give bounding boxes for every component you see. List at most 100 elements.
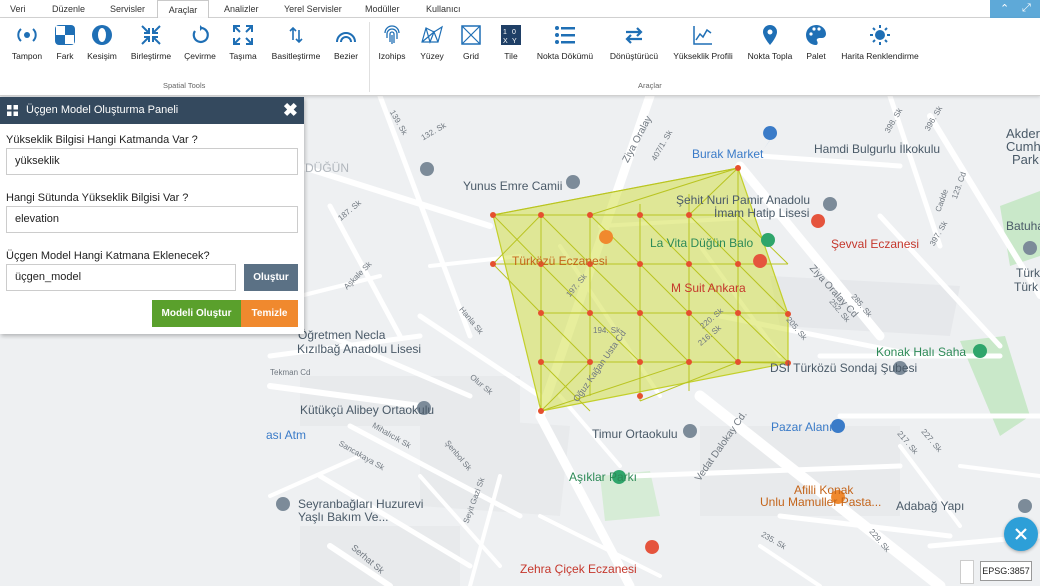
fingerprint-icon	[384, 25, 400, 44]
brightness-icon	[870, 25, 890, 45]
list-icon	[555, 26, 575, 44]
tool-label: Dönüştürücü	[609, 51, 659, 61]
elevation-layer-input[interactable]: yükseklik	[6, 148, 298, 175]
tool-label: Nokta Dökümü	[536, 51, 594, 61]
tab-kullanici[interactable]: Kullanıcı	[422, 0, 465, 18]
group-label-spatial: Spatial Tools	[163, 81, 206, 90]
triangle-model-panel: Üçgen Model Oluşturma Paneli ✖ Yükseklik…	[0, 97, 304, 334]
tool-tampon[interactable]: Tampon	[9, 24, 45, 61]
projection-label: EPSG:3857	[980, 561, 1032, 581]
map-label: Park	[1012, 152, 1039, 167]
tool-palet[interactable]: Palet	[803, 24, 829, 61]
fullscreen-icon[interactable]: ⤢	[1022, 2, 1031, 15]
tool-label: Yüzey	[420, 51, 444, 61]
panel-grid-icon	[7, 105, 18, 116]
map-label: DSİ Türközü Sondaj Şubesi	[770, 361, 918, 375]
convert-icon	[625, 27, 643, 44]
map-label: Türk	[1016, 266, 1040, 280]
map-label: Seyranbağları Huzurevi	[298, 497, 424, 511]
merge-icon	[141, 25, 161, 45]
tool-yukseklik-profili[interactable]: Yükseklik Profili	[669, 24, 737, 61]
difference-icon	[55, 25, 75, 45]
map-label: Burak Market	[692, 147, 764, 161]
tool-kesisim[interactable]: Kesişim	[84, 24, 120, 61]
elevation-column-label: Hangi Sütunda Yükseklik Bilgisi Var ?	[6, 192, 189, 204]
panel-title: Üçgen Model Oluşturma Paneli	[26, 104, 179, 116]
tool-label: Tile	[504, 51, 518, 61]
tool-birlestirme[interactable]: Birleştirme	[127, 24, 175, 61]
tab-duzenle[interactable]: Düzenle	[48, 0, 89, 18]
tool-label: Harita Renklendirme	[841, 51, 919, 61]
map-label: Türközü Eczanesi	[512, 254, 608, 268]
tool-label: Palet	[806, 51, 826, 61]
map-label: Kızılbağ Anadolu Lisesi	[297, 342, 422, 356]
tool-harita-renklendirme[interactable]: Harita Renklendirme	[836, 24, 924, 61]
svg-text:1: 1	[503, 29, 507, 36]
tool-label: Fark	[56, 51, 74, 61]
tab-veri[interactable]: Veri	[6, 0, 30, 18]
bezier-icon	[336, 32, 356, 43]
ribbon-toolbar: Tampon Fark Kesişim Birleştirme Çevirme	[0, 18, 1040, 96]
window-controls: ⌃ ⤢	[990, 0, 1040, 18]
map-label: Batuhan	[1006, 219, 1040, 233]
tool-nokta-topla[interactable]: Nokta Topla	[744, 24, 796, 61]
tool-basitlestirme[interactable]: Basitleştirme	[268, 24, 324, 61]
map-label: Türk ve	[1014, 280, 1040, 294]
tab-yerel-servisler[interactable]: Yerel Servisler	[280, 0, 346, 18]
surface-icon	[421, 25, 443, 44]
simplify-icon	[289, 26, 303, 44]
tool-label: Kesişim	[87, 51, 117, 61]
tool-tasima[interactable]: Taşıma	[227, 24, 259, 61]
map-label: Şevval Eczanesi	[831, 237, 920, 251]
street-label: Tekman Cd	[270, 368, 311, 377]
map-label: Kütükçü Alibey Ortaokulu	[300, 403, 435, 417]
map-label: Zehra Çiçek Eczanesi	[520, 562, 637, 576]
tool-grid[interactable]: Grid	[458, 24, 484, 61]
tool-label: Çevirme	[184, 51, 216, 61]
group-separator	[369, 22, 370, 92]
tool-label: Yükseklik Profili	[673, 51, 733, 61]
close-icon[interactable]: ✖	[283, 100, 298, 121]
group-label-araclar: Araçlar	[638, 81, 662, 90]
tool-yuzey[interactable]: Yüzey	[417, 24, 447, 61]
collapse-icon[interactable]: ⌃	[1000, 2, 1009, 15]
tool-label: Nokta Topla	[747, 51, 793, 61]
tool-fark[interactable]: Fark	[51, 24, 79, 61]
map-control-box[interactable]	[960, 560, 974, 584]
tab-moduller[interactable]: Modüller	[361, 0, 404, 18]
tools-fab-button[interactable]	[1004, 517, 1038, 551]
intersect-icon	[92, 25, 112, 45]
tab-servisler[interactable]: Servisler	[106, 0, 149, 18]
buffer-icon	[17, 28, 37, 42]
tile-icon: 1 0 X Y	[501, 25, 521, 45]
street-label: 194. Sk	[593, 326, 621, 335]
tool-label: Tampon	[11, 51, 43, 61]
create-layer-button[interactable]: Oluştur	[244, 264, 298, 291]
tool-cevirme[interactable]: Çevirme	[182, 24, 218, 61]
map-label: Pazar Alanı	[771, 420, 833, 434]
tab-analizler[interactable]: Analizler	[220, 0, 263, 18]
tool-donusturucu[interactable]: Dönüştürücü	[605, 24, 663, 61]
map-label: Aşıklar Parkı	[569, 470, 638, 484]
create-model-button[interactable]: Modeli Oluştur	[152, 300, 241, 327]
tool-izohips[interactable]: Izohips	[376, 24, 408, 61]
map-label: Öğretmen Necla	[298, 328, 386, 342]
map-label: Timur Ortaokulu	[592, 427, 678, 441]
target-layer-label: Üçgen Model Hangi Katmana Eklenecek?	[6, 250, 210, 262]
tool-label: Basitleştirme	[271, 51, 321, 61]
clear-button[interactable]: Temizle	[241, 300, 298, 327]
map-label: La Vita Düğün Balo	[650, 236, 754, 250]
rotate-icon	[192, 25, 209, 44]
elevation-column-input[interactable]: elevation	[6, 206, 298, 233]
tool-tile[interactable]: 1 0 X Y Tile	[499, 24, 523, 61]
tool-bezier[interactable]: Bezier	[331, 24, 361, 61]
map-label: Şehit Nuri Pamir Anadolu	[676, 193, 811, 207]
map-label: Konak Halı Saha	[876, 345, 967, 359]
svg-text:Y: Y	[512, 38, 517, 45]
tab-araclar[interactable]: Araçlar	[157, 0, 209, 19]
target-layer-input[interactable]: üçgen_model	[6, 264, 236, 291]
panel-header: Üçgen Model Oluşturma Paneli ✖	[0, 97, 304, 124]
expand-icon	[233, 25, 253, 45]
menu-bar: Veri Düzenle Servisler Araçlar Analizler…	[0, 0, 1040, 19]
tool-nokta-dokumu[interactable]: Nokta Dökümü	[533, 24, 597, 61]
